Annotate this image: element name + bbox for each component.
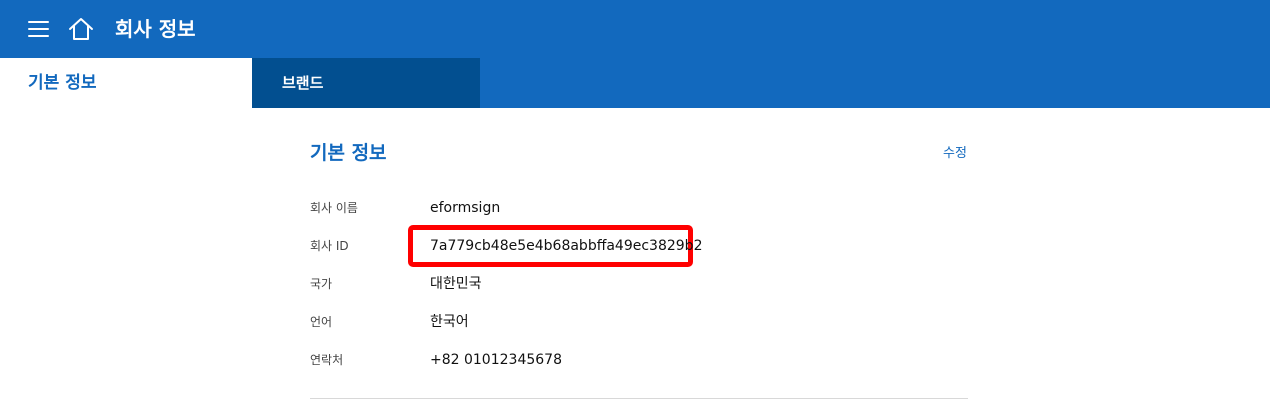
- tab-brand[interactable]: 브랜드: [252, 58, 480, 108]
- country-value: 대한민국: [430, 276, 482, 292]
- contact-value: +82 01012345678: [430, 352, 562, 368]
- tab-brand-label: 브랜드: [282, 74, 324, 92]
- top-app-bar: 회사 정보: [0, 0, 1270, 58]
- hamburger-menu-icon[interactable]: [28, 20, 49, 37]
- section-divider: [310, 398, 968, 399]
- company-name-label: 회사 이름: [310, 201, 358, 215]
- edit-link[interactable]: 수정: [943, 146, 967, 162]
- company-id-value: 7a779cb48e5e4b68abbffa49ec3829b2: [430, 238, 703, 254]
- tab-bar: 기본 정보 브랜드: [0, 58, 1270, 108]
- contact-label: 연락처: [310, 353, 344, 367]
- language-value: 한국어: [430, 314, 469, 330]
- company-id-label: 회사 ID: [310, 239, 349, 253]
- section-title: 기본 정보: [310, 142, 387, 164]
- tab-basic-info[interactable]: 기본 정보: [0, 58, 252, 108]
- company-name-value: eformsign: [430, 200, 501, 216]
- tab-basic-info-label: 기본 정보: [28, 73, 97, 93]
- language-label: 언어: [310, 315, 333, 329]
- page-title: 회사 정보: [115, 17, 196, 41]
- country-label: 국가: [310, 277, 333, 291]
- home-icon[interactable]: [68, 17, 94, 41]
